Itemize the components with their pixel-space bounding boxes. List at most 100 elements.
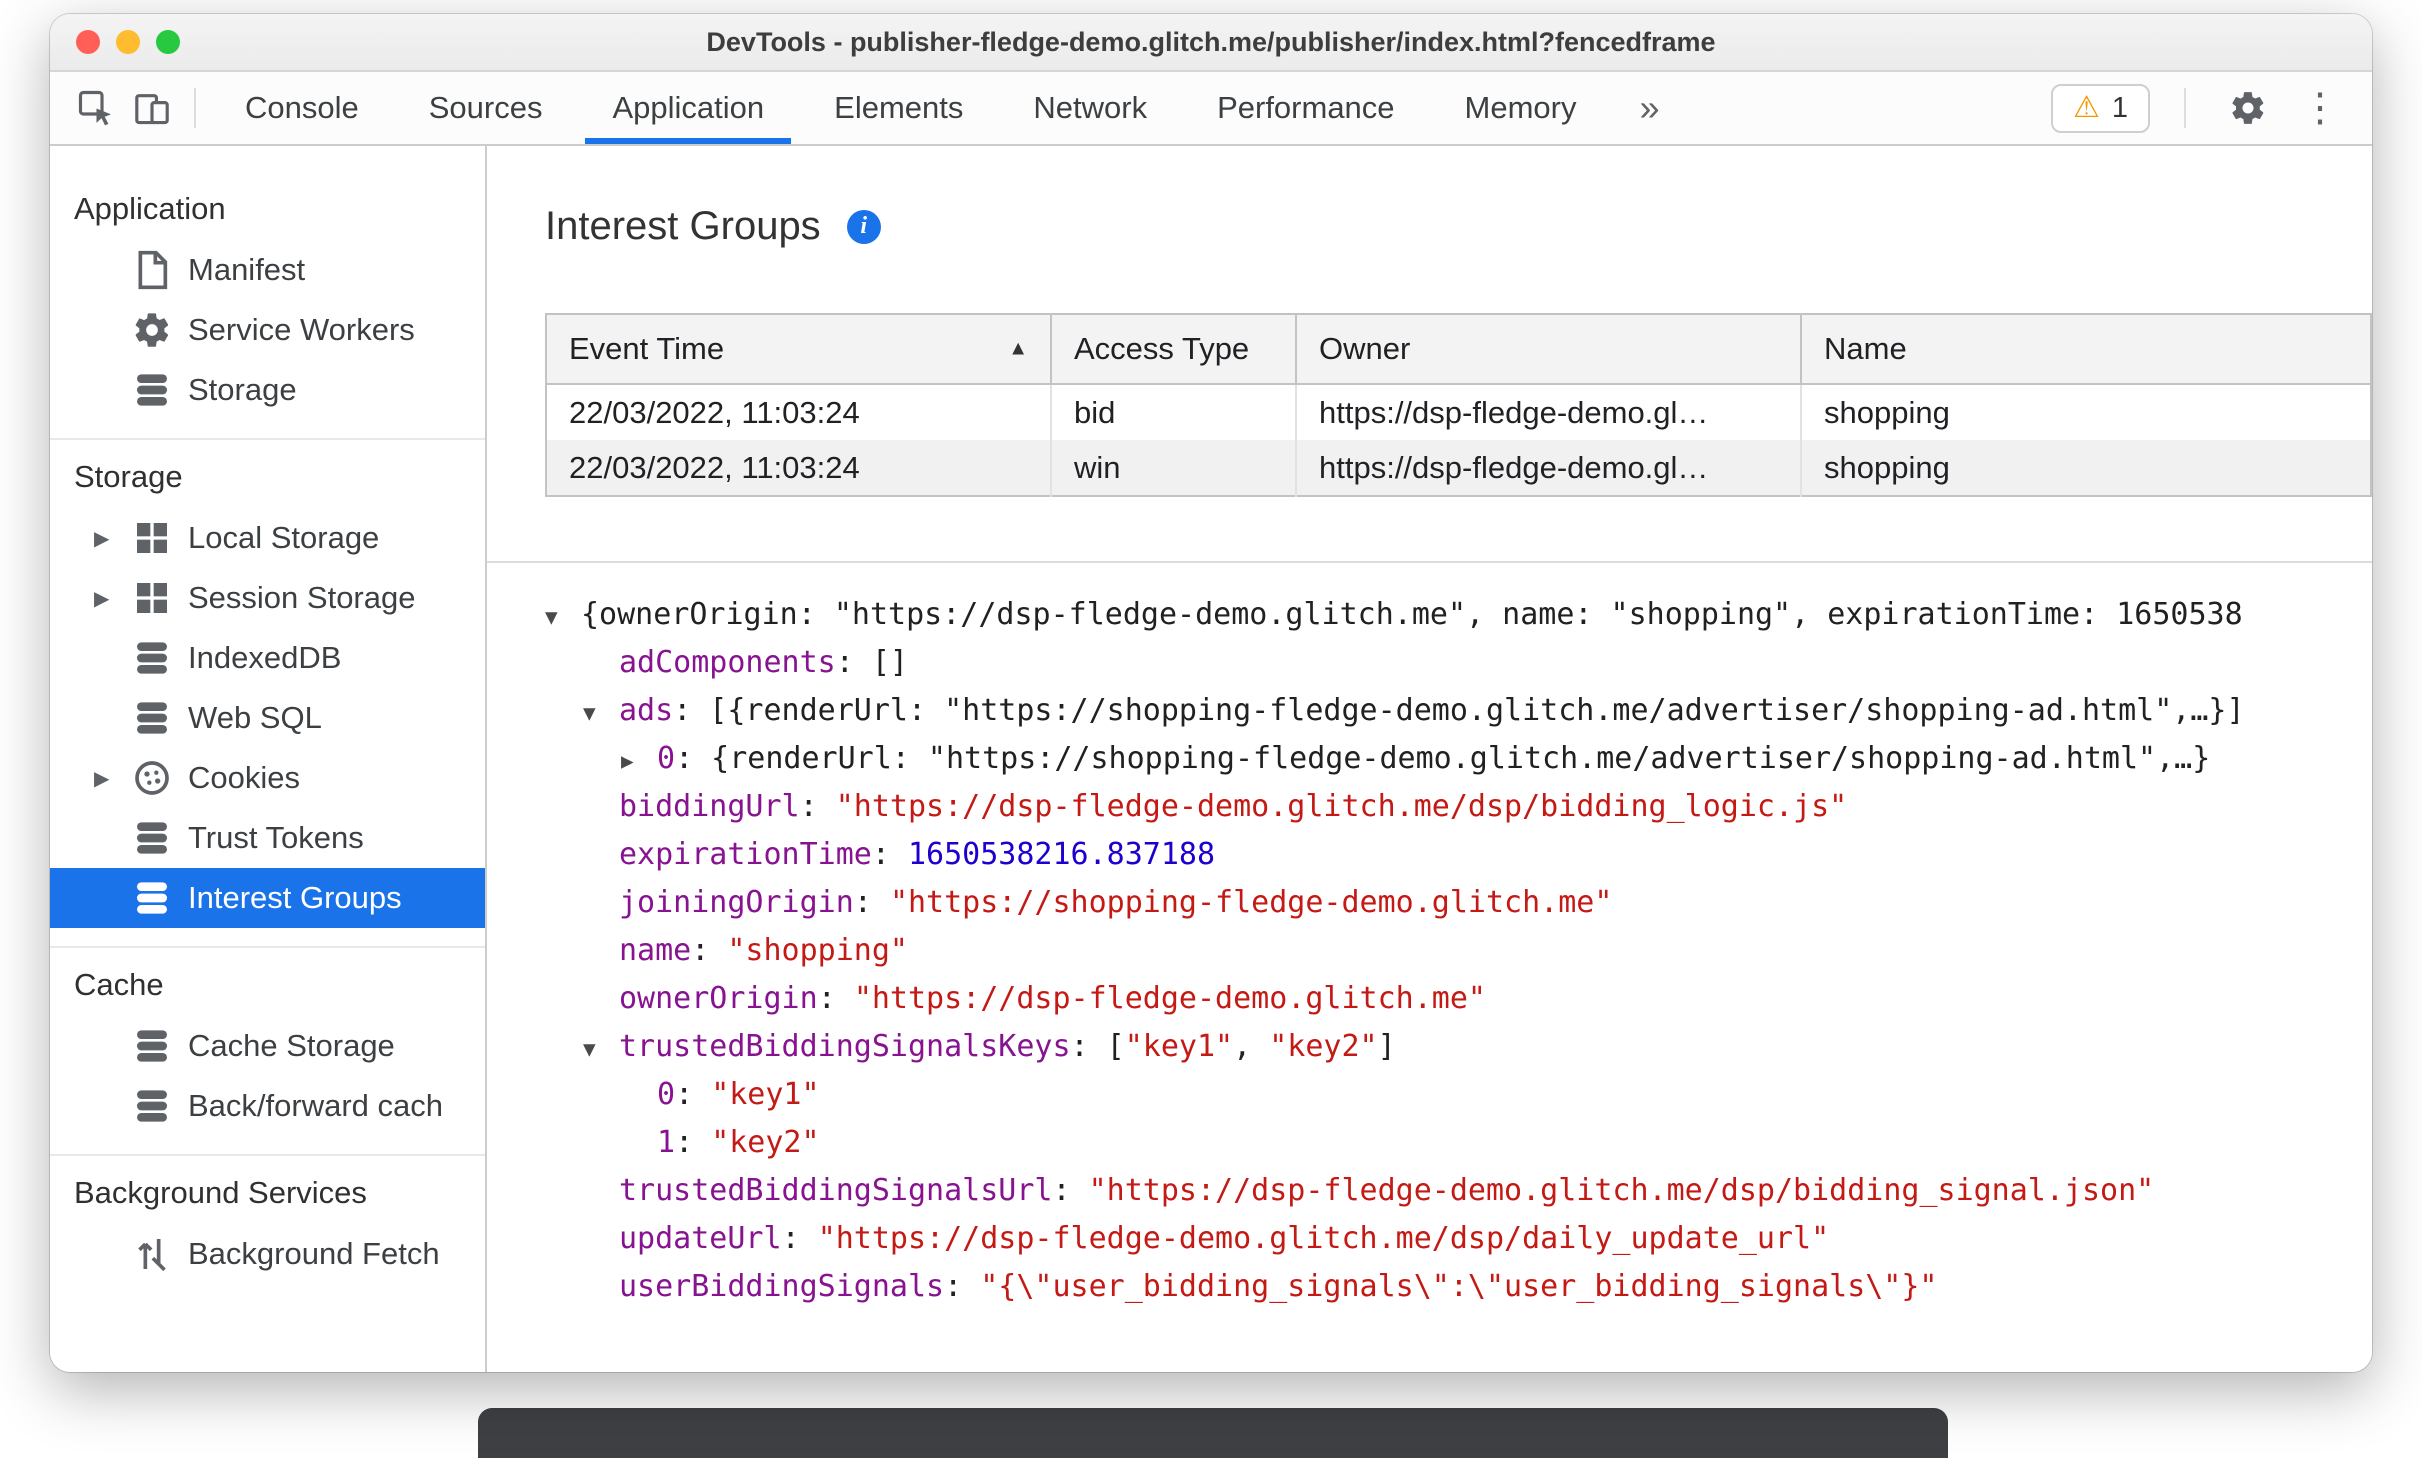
tree-token-plain: : [{renderUrl: "https://shopping-fledge-… bbox=[673, 693, 2245, 728]
table-row[interactable]: 22/03/2022, 11:03:24 win https://dsp-fledg… bbox=[546, 440, 2371, 496]
sidebar-item-label: Web SQL bbox=[188, 700, 322, 735]
zoom-button[interactable] bbox=[156, 30, 180, 54]
chevron-right-icon[interactable]: ▶ bbox=[94, 766, 132, 791]
tab-memory[interactable]: Memory bbox=[1430, 72, 1612, 144]
tree-row[interactable]: trustedBiddingSignalsUrl: "https://dsp-f… bbox=[545, 1167, 2372, 1215]
device-toolbar-icon[interactable] bbox=[124, 80, 180, 136]
tree-token-key: 0 bbox=[657, 1077, 676, 1112]
sidebar-item-label: Background Fetch bbox=[188, 1236, 440, 1271]
sidebar-item-back-forward-cach[interactable]: Back/forward cach bbox=[50, 1076, 485, 1136]
tree-row[interactable]: updateUrl: "https://dsp-fledge-demo.glit… bbox=[545, 1215, 2372, 1263]
table-cell: 22/03/2022, 11:03:24 bbox=[546, 440, 1052, 496]
three-dot-menu-icon[interactable]: ⋮ bbox=[2296, 85, 2344, 131]
tab-application[interactable]: Application bbox=[577, 72, 799, 144]
tree-token-plain: : {renderUrl: "https://shopping-fledge-d… bbox=[675, 741, 2211, 776]
triangle-down-icon[interactable]: ▼ bbox=[583, 1025, 619, 1073]
gear-icon[interactable] bbox=[2220, 80, 2276, 136]
sidebar-item-label: Service Workers bbox=[188, 312, 415, 347]
database-icon bbox=[132, 1026, 172, 1066]
table-icon bbox=[132, 578, 172, 618]
column-header-event-time[interactable]: Event Time ▲ bbox=[546, 314, 1052, 385]
sidebar-header-application: Application bbox=[74, 191, 226, 226]
sidebar-item-indexeddb[interactable]: IndexedDB bbox=[50, 628, 485, 688]
tab-sources[interactable]: Sources bbox=[394, 72, 578, 144]
tree-token-plain: : [] bbox=[835, 645, 908, 680]
tree-token-key: adComponents bbox=[619, 645, 836, 680]
table-cell: 22/03/2022, 11:03:24 bbox=[546, 384, 1052, 440]
table-row[interactable]: 22/03/2022, 11:03:24 bid https://dsp-fledg… bbox=[546, 384, 2371, 440]
info-icon[interactable]: i bbox=[846, 209, 881, 244]
chevron-right-icon[interactable]: ▶ bbox=[94, 526, 132, 551]
tree-token-plain: : bbox=[871, 837, 908, 872]
events-grid: Event Time ▲ Access Type Owner Name 22/03/20… bbox=[545, 313, 2372, 497]
sidebar-item-label: IndexedDB bbox=[188, 640, 342, 675]
close-button[interactable] bbox=[76, 30, 100, 54]
sidebar-item-label: Manifest bbox=[188, 252, 306, 287]
sidebar-item-background-fetch[interactable]: Background Fetch bbox=[50, 1224, 485, 1284]
sidebar-item-trust-tokens[interactable]: Trust Tokens bbox=[50, 808, 485, 868]
chevron-right-icon[interactable]: ▶ bbox=[94, 586, 132, 611]
tree-row[interactable]: ▼ ads: [{renderUrl: "https://shopping-fle… bbox=[545, 687, 2372, 735]
fetch-icon bbox=[132, 1234, 172, 1274]
sidebar-item-service-workers[interactable]: Service Workers bbox=[50, 300, 485, 360]
tab-console[interactable]: Console bbox=[210, 72, 394, 144]
tree-row[interactable]: ▼ {ownerOrigin: "https://dsp-fledge-demo.… bbox=[545, 591, 2372, 639]
column-header-name[interactable]: Name bbox=[1801, 314, 2371, 385]
tree-token-plain: : bbox=[944, 1269, 981, 1304]
sidebar-item-label: Session Storage bbox=[188, 580, 416, 615]
tree-token-plain: : bbox=[675, 1125, 712, 1160]
table-icon bbox=[132, 518, 172, 558]
tree-token-plain: , bbox=[1233, 1029, 1270, 1064]
background-window-edge bbox=[478, 1408, 1948, 1458]
inspect-icon[interactable] bbox=[68, 80, 124, 136]
tree-row[interactable]: userBiddingSignals: "{\"user_bidding_sig… bbox=[545, 1263, 2372, 1311]
tree-row[interactable]: ownerOrigin: "https://dsp-fledge-demo.gl… bbox=[545, 975, 2372, 1023]
tree-token-plain: : bbox=[1052, 1173, 1089, 1208]
toolbar-divider bbox=[2184, 88, 2186, 128]
panel-title-row: Interest Groups i bbox=[545, 204, 2372, 249]
sidebar-item-storage[interactable]: Storage bbox=[50, 360, 485, 420]
tree-token-key: joiningOrigin bbox=[619, 885, 854, 920]
tree-row[interactable]: expirationTime: 1650538216.837188 bbox=[545, 831, 2372, 879]
triangle-down-icon[interactable]: ▼ bbox=[583, 689, 619, 737]
tree-row[interactable]: 0: "key1" bbox=[545, 1071, 2372, 1119]
sidebar-item-cache-storage[interactable]: Cache Storage bbox=[50, 1016, 485, 1076]
tree-token-plain: {ownerOrigin: "https://dsp-fledge-demo.g… bbox=[581, 597, 2243, 632]
minimize-button[interactable] bbox=[116, 30, 140, 54]
sidebar-item-interest-groups[interactable]: Interest Groups bbox=[50, 868, 485, 928]
tree-row[interactable]: adComponents: [] bbox=[545, 639, 2372, 687]
issues-badge[interactable]: ⚠ 1 bbox=[2050, 83, 2150, 133]
sidebar-item-local-storage[interactable]: ▶ Local Storage bbox=[50, 508, 485, 568]
triangle-right-icon[interactable]: ▶ bbox=[621, 737, 657, 785]
tree-token-num: 1650538216.837188 bbox=[908, 837, 1216, 872]
tree-row[interactable]: joiningOrigin: "https://shopping-fledge-… bbox=[545, 879, 2372, 927]
sidebar-item-web-sql[interactable]: Web SQL bbox=[50, 688, 485, 748]
tree-row[interactable]: ▼ trustedBiddingSignalsKeys: ["key1", "ke… bbox=[545, 1023, 2372, 1071]
tree-token-str: "key2" bbox=[1269, 1029, 1378, 1064]
tab-elements[interactable]: Elements bbox=[799, 72, 998, 144]
tree-row[interactable]: 1: "key2" bbox=[545, 1119, 2372, 1167]
sidebar: Application Manifest Service Workers Storag… bbox=[50, 146, 487, 1372]
sidebar-item-label: Trust Tokens bbox=[188, 820, 364, 855]
tree-token-str: "key1" bbox=[1124, 1029, 1234, 1064]
tree-token-str: "{\"user_bidding_signals\":\"user_biddin… bbox=[980, 1269, 1938, 1304]
sidebar-section-background-services: Background Services Background Fetch bbox=[50, 1154, 485, 1302]
table-cell: win bbox=[1051, 440, 1297, 496]
tab-performance[interactable]: Performance bbox=[1182, 72, 1429, 144]
tree-row[interactable]: name: "shopping" bbox=[545, 927, 2372, 975]
sidebar-item-session-storage[interactable]: ▶ Session Storage bbox=[50, 568, 485, 628]
more-tabs-button[interactable]: » bbox=[1612, 72, 1688, 144]
sidebar-item-manifest[interactable]: Manifest bbox=[50, 240, 485, 300]
tree-row[interactable]: biddingUrl: "https://dsp-fledge-demo.gli… bbox=[545, 783, 2372, 831]
tree-row[interactable]: ▶ 0: {renderUrl: "https://shopping-fledge… bbox=[545, 735, 2372, 783]
tree-token-key: 1 bbox=[657, 1125, 676, 1160]
tree-token-key: 0 bbox=[657, 741, 676, 776]
tab-network[interactable]: Network bbox=[998, 72, 1182, 144]
window-controls bbox=[76, 30, 180, 54]
sidebar-item-cookies[interactable]: ▶ Cookies bbox=[50, 748, 485, 808]
tree-token-plain: : bbox=[817, 981, 854, 1016]
column-header-owner[interactable]: Owner bbox=[1296, 314, 1802, 385]
sidebar-item-label: Storage bbox=[188, 372, 297, 407]
triangle-down-icon[interactable]: ▼ bbox=[545, 593, 581, 641]
column-header-access-type[interactable]: Access Type bbox=[1051, 314, 1297, 385]
